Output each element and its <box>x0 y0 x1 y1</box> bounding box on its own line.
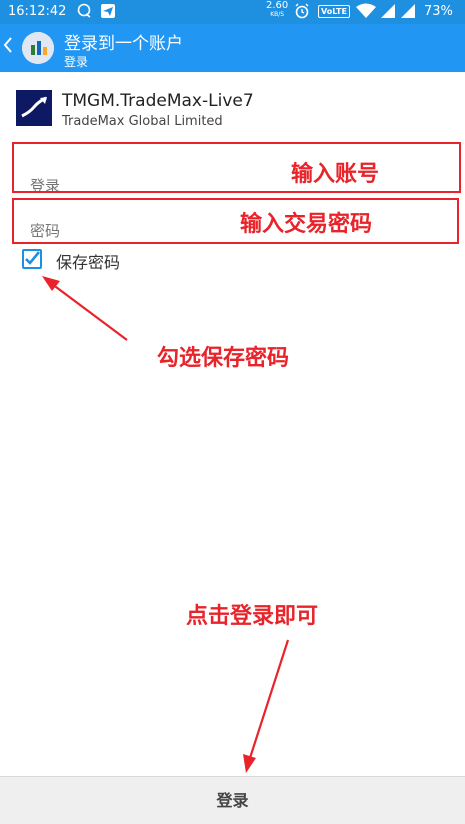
arrow-to-login-button <box>243 639 290 773</box>
login-button[interactable]: 登录 <box>0 776 465 824</box>
arrow-to-checkbox <box>42 276 128 341</box>
annotation-arrows <box>42 276 290 773</box>
